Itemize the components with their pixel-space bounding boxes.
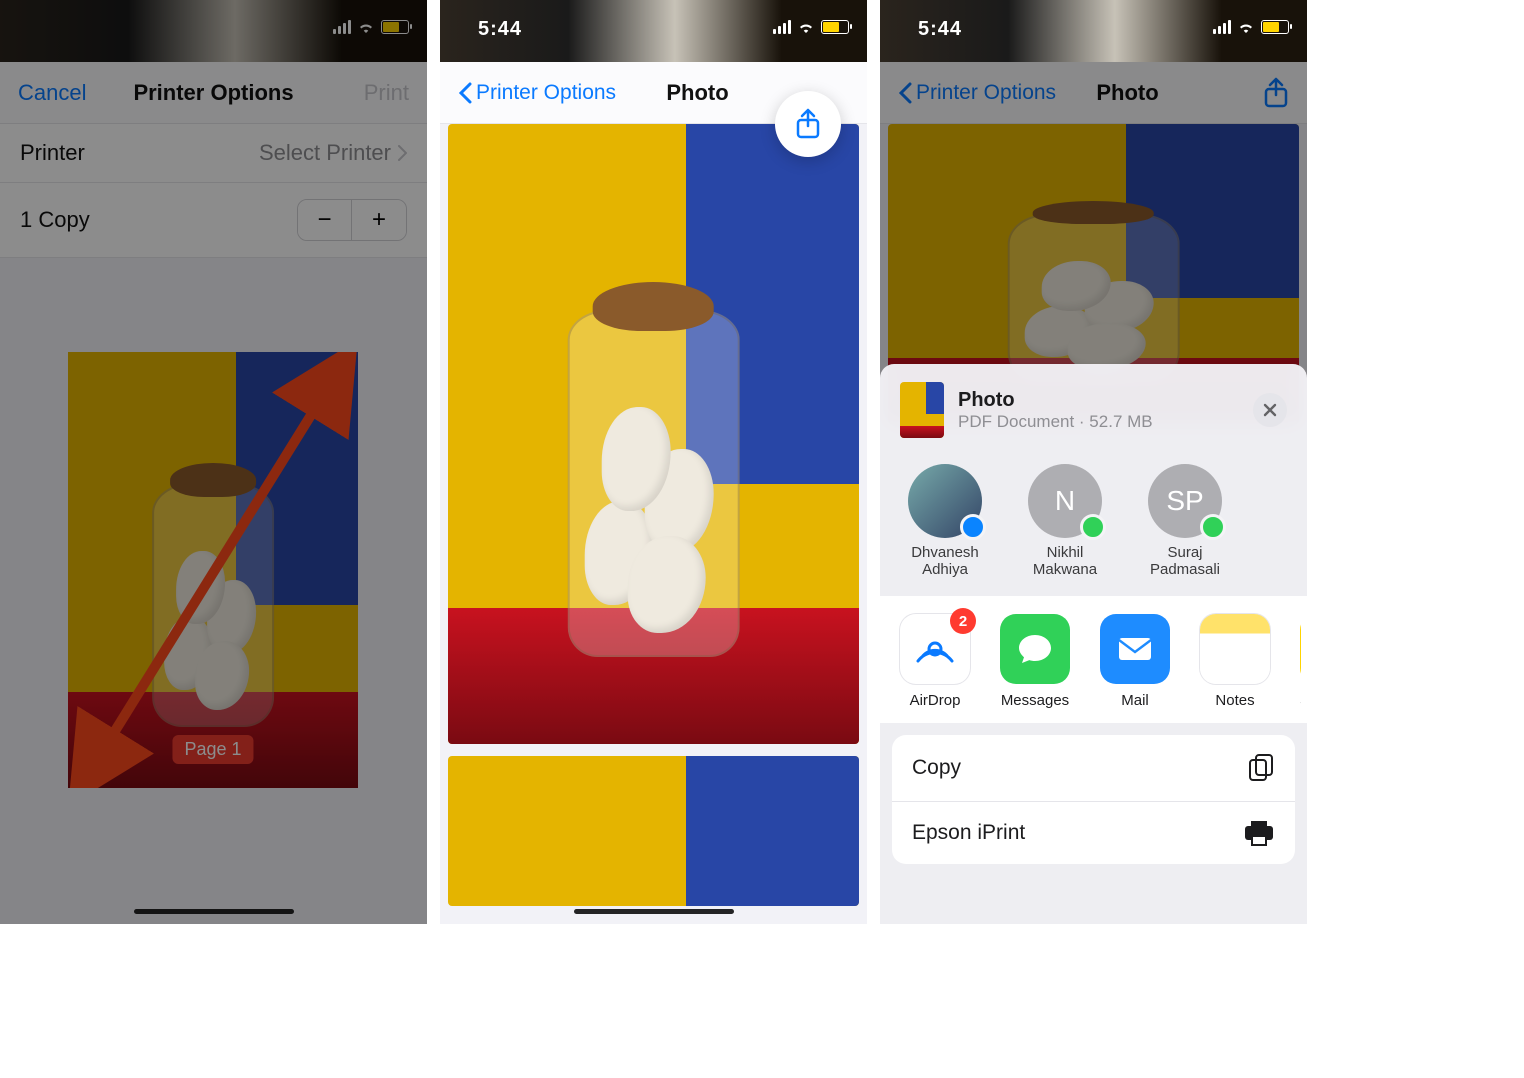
app-mail[interactable]: Mail [1100,614,1170,709]
stepper-minus-button[interactable]: − [298,200,352,240]
app-airdrop[interactable]: 2 AirDrop [900,614,970,709]
airdrop-people-row[interactable]: Dhvanesh Adhiya N Nikhil Makwana SP Sura… [880,456,1307,596]
messages-icon [1014,628,1056,670]
page-title: Photo [666,80,728,106]
back-label: Printer Options [476,81,616,105]
person-name: Suraj Padmasali [1140,544,1230,578]
share-header: Photo PDF Document · 52.7 MB [880,364,1307,456]
document-thumbnail [900,382,944,438]
photo-page-1 [448,124,859,744]
person-nikhil[interactable]: N Nikhil Makwana [1020,464,1110,578]
status-time: 5:44 [478,18,522,41]
mail-icon [1113,627,1157,671]
messages-badge-icon [1200,514,1226,540]
app-messages[interactable]: Messages [1000,614,1070,709]
phone-2-preview: 5:44 Printer Options Photo [440,0,867,924]
share-apps-row[interactable]: 2 AirDrop Messages Mail [880,596,1307,723]
cellular-icon [1213,20,1231,34]
phone-3-share-sheet: 5:44 Printer Options Photo [880,0,1307,924]
wifi-icon [357,20,375,34]
airdrop-icon [913,627,957,671]
share-button-highlight[interactable] [775,91,841,157]
person-name: Dhvanesh Adhiya [900,544,990,578]
chevron-right-icon [397,145,407,161]
battery-icon [381,20,409,34]
copies-row: 1 Copy − + [0,183,427,258]
print-button[interactable]: Print [364,80,409,106]
avatar-initials: SP [1166,485,1203,517]
action-label: Copy [912,756,961,780]
app-notes[interactable]: Notes [1200,614,1270,709]
printer-row-value: Select Printer [259,140,391,166]
print-preview-thumbnail[interactable]: Page 1 [68,352,358,788]
navbar: Cancel Printer Options Print [0,62,427,124]
action-label: Epson iPrint [912,821,1025,845]
home-indicator[interactable] [574,909,734,914]
printer-row[interactable]: Printer Select Printer [0,124,427,183]
close-icon [1263,403,1277,417]
back-button[interactable]: Printer Options [458,81,616,105]
copy-icon [1247,753,1275,783]
printer-options-sheet: Cancel Printer Options Print Printer Sel… [0,62,427,924]
person-dhvanesh[interactable]: Dhvanesh Adhiya [900,464,990,578]
photo-preview-area[interactable] [448,124,859,924]
share-actions-list: Copy Epson iPrint [892,735,1295,864]
home-indicator[interactable] [134,909,294,914]
cellular-icon [773,20,791,34]
document-subtitle: PDF Document · 52.7 MB [958,412,1153,432]
app-label: Messages [1000,692,1070,709]
notification-badge: 2 [950,608,976,634]
wifi-icon [1237,20,1255,34]
battery-icon [821,20,849,34]
printer-icon [1243,820,1275,846]
wifi-icon [797,20,815,34]
app-label: Mail [1100,692,1170,709]
app-label: Notes [1200,692,1270,709]
notes-icon [1200,614,1270,684]
options-list: Printer Select Printer 1 Copy − + [0,124,427,258]
page-tag: Page 1 [172,735,253,764]
printer-row-label: Printer [20,140,85,166]
copies-stepper[interactable]: − + [297,199,407,241]
navbar: Printer Options Photo [440,62,867,124]
share-icon [795,108,821,140]
snapchat-icon [1300,614,1301,684]
app-label: AirDrop [900,692,970,709]
app-label: Sn [1300,692,1301,709]
document-title: Photo [958,389,1153,412]
photo-page-2 [448,756,859,906]
status-bar: 5:44 [880,0,1307,62]
share-sheet: Photo PDF Document · 52.7 MB Dhvanesh Ad… [880,364,1307,924]
action-copy[interactable]: Copy [892,735,1295,802]
app-snapchat-partial[interactable]: Sn [1300,614,1301,709]
airdrop-badge-icon [960,514,986,540]
cancel-button[interactable]: Cancel [18,80,86,106]
status-bar: 5:44 [440,0,867,62]
cellular-icon [333,20,351,34]
avatar-initials: N [1055,485,1075,517]
stepper-plus-button[interactable]: + [352,200,406,240]
person-name: Nikhil Makwana [1020,544,1110,578]
messages-badge-icon [1080,514,1106,540]
action-epson-iprint[interactable]: Epson iPrint [892,802,1295,864]
chevron-left-icon [458,82,472,104]
phone-1-printer-options: Cancel Printer Options Print Printer Sel… [0,0,427,924]
status-time: 5:44 [918,18,962,41]
close-button[interactable] [1253,393,1287,427]
copies-label: 1 Copy [20,207,90,233]
person-suraj[interactable]: SP Suraj Padmasali [1140,464,1230,578]
page-title: Printer Options [133,80,293,106]
status-bar [0,0,427,62]
battery-icon [1261,20,1289,34]
